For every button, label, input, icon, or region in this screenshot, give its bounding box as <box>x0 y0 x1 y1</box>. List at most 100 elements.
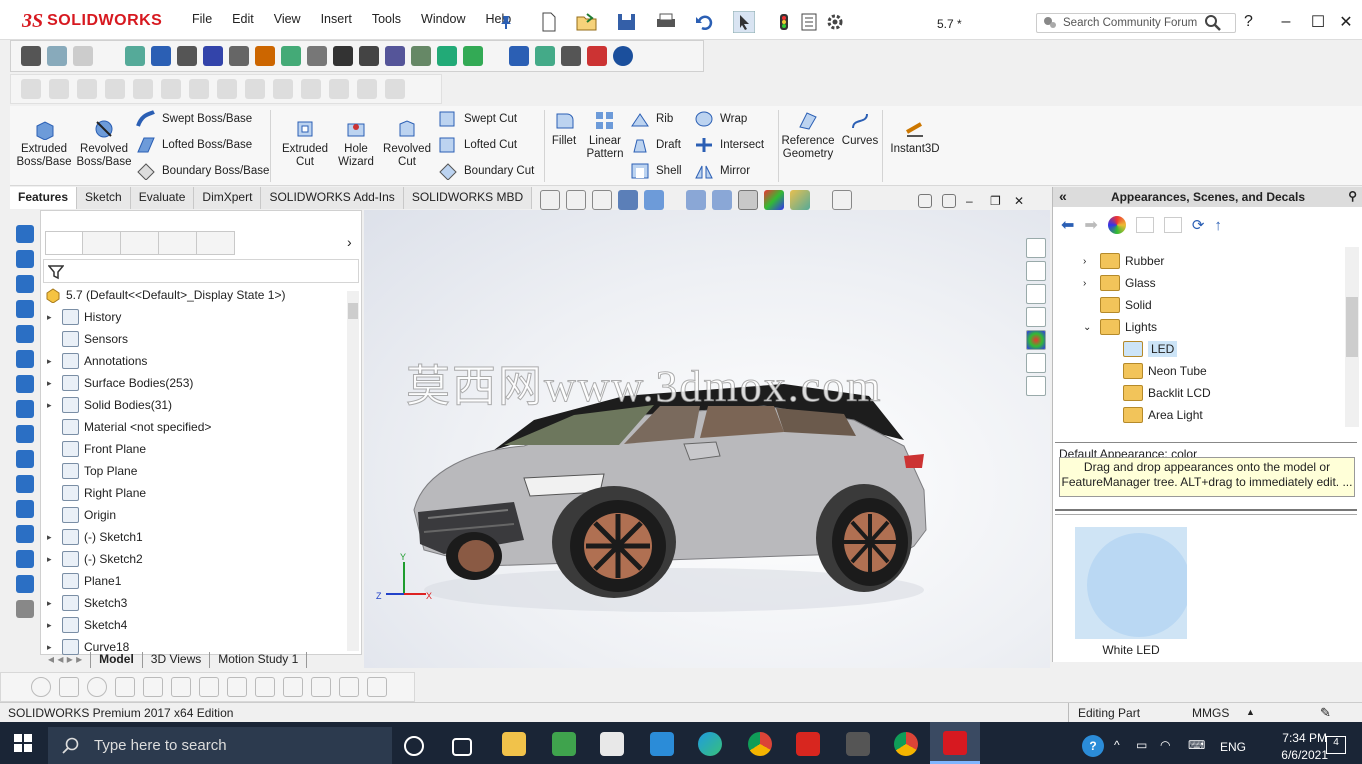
expand-arrow-icon[interactable]: ▸ <box>47 312 57 323</box>
rebuild-icon[interactable] <box>779 13 789 31</box>
menu-file[interactable]: File <box>182 12 222 26</box>
unit-system-text[interactable]: MMGS <box>1192 706 1229 720</box>
statistics-icon[interactable] <box>255 46 275 66</box>
deviation-icon[interactable] <box>359 46 379 66</box>
forum-icon[interactable] <box>1026 376 1046 396</box>
scroll-thumb[interactable] <box>348 303 358 319</box>
document-taskbar-icon[interactable] <box>650 732 674 756</box>
select-cursor-icon[interactable] <box>733 11 755 33</box>
feature-shortcut-icon[interactable] <box>16 350 34 368</box>
menu-tools[interactable]: Tools <box>362 12 411 26</box>
system-clock[interactable]: 7:34 PM 6/6/2021 <box>1281 730 1328 764</box>
draft-analysis-icon[interactable] <box>385 46 405 66</box>
feature-shortcut-icon[interactable] <box>16 325 34 343</box>
graphics-area[interactable]: Y X Z <box>364 210 1050 668</box>
reference-geometry-button[interactable]: Reference Geometry <box>781 110 835 161</box>
language-indicator[interactable]: ENG <box>1220 740 1246 754</box>
feature-shortcut-icon[interactable] <box>16 575 34 593</box>
solidworks-logo[interactable]: 3S SOLIDWORKS <box>22 8 162 34</box>
tab-nav-arrows-icon[interactable]: ◂ ◂ ▸ ▸ <box>40 652 92 668</box>
parting-line-icon[interactable] <box>437 46 457 66</box>
feature-tree-item[interactable]: ▸ Sketch3 <box>47 593 127 613</box>
feature-shortcut-icon[interactable] <box>16 275 34 293</box>
property-manager-tab-icon[interactable] <box>83 231 121 255</box>
add-folder-icon[interactable] <box>1135 217 1154 233</box>
split-view-icon[interactable] <box>918 194 932 208</box>
expand-arrow-icon[interactable]: ▸ <box>47 378 57 389</box>
display-manager-tab-icon[interactable] <box>197 231 235 255</box>
feature-tree-item[interactable]: ▸ Sketch4 <box>47 615 127 635</box>
appearance-tree-item[interactable]: Solid <box>1083 295 1152 315</box>
back-arrow-icon[interactable]: ⬅ <box>1061 215 1074 235</box>
expand-arrow-icon[interactable]: ▸ <box>47 598 57 609</box>
appearance-tree-item[interactable]: Area Light <box>1123 405 1203 425</box>
feature-shortcut-icon[interactable] <box>16 300 34 318</box>
appearances-tab-icon[interactable] <box>1026 330 1046 350</box>
appearances-icon[interactable] <box>1107 216 1126 234</box>
network-icon[interactable]: ▭ <box>1136 738 1147 752</box>
mass-properties-icon[interactable] <box>177 46 197 66</box>
check-icon[interactable] <box>281 46 301 66</box>
notifications-icon[interactable]: 4 <box>1326 736 1346 754</box>
car-model-render[interactable]: Y X Z <box>364 210 1050 668</box>
intersect-button[interactable]: Intersect <box>694 136 764 154</box>
feature-shortcut-icon[interactable] <box>16 400 34 418</box>
measure-icon[interactable] <box>151 46 171 66</box>
tab-evaluate[interactable]: Evaluate <box>130 187 195 209</box>
tab-3d-views[interactable]: 3D Views <box>143 652 211 668</box>
windows-start-icon[interactable] <box>14 734 32 752</box>
feature-shortcut-icon[interactable] <box>16 375 34 393</box>
feature-shortcut-icon[interactable] <box>16 550 34 568</box>
boundary-boss-button[interactable]: Boundary Boss/Base <box>136 162 269 180</box>
feature-tree-item[interactable]: ▸ Surface Bodies(253) <box>47 373 193 393</box>
tab-model[interactable]: Model <box>91 652 143 668</box>
feature-shortcut-icon[interactable] <box>16 500 34 518</box>
view-palette-icon[interactable] <box>1026 307 1046 327</box>
new-document-icon[interactable] <box>540 12 558 32</box>
boundary-cut-button[interactable]: Boundary Cut <box>438 162 534 180</box>
menu-view[interactable]: View <box>264 12 311 26</box>
camera-icon[interactable] <box>21 46 41 66</box>
checkmark-icon[interactable] <box>561 46 581 66</box>
swept-boss-button[interactable]: Swept Boss/Base <box>136 110 252 128</box>
appearance-tree-item[interactable]: LED <box>1123 339 1178 359</box>
tray-expand-icon[interactable]: ^ <box>1114 738 1120 752</box>
pin-icon[interactable] <box>498 14 514 30</box>
feature-shortcut-icon[interactable] <box>16 225 34 243</box>
revolved-boss-button[interactable]: Revolved Boss/Base <box>76 118 132 169</box>
options-gear-icon[interactable] <box>826 13 844 31</box>
feature-tree-tab-icon[interactable] <box>45 231 83 255</box>
spell-check-icon[interactable] <box>125 46 145 66</box>
dynamic-annotation-icon[interactable] <box>644 190 664 210</box>
appearance-tree-item[interactable]: ⌄ Lights <box>1083 317 1157 337</box>
tab-sketch[interactable]: Sketch <box>77 187 131 209</box>
feature-shortcut-icon[interactable] <box>16 425 34 443</box>
white-led-thumbnail[interactable] <box>1075 527 1187 639</box>
feature-shortcut-icon[interactable] <box>16 450 34 468</box>
zoom-to-fit-icon[interactable] <box>540 190 560 210</box>
keyboard-icon[interactable]: ⌨ <box>1188 738 1205 752</box>
copy-icon[interactable] <box>73 46 93 66</box>
acrobat-icon[interactable] <box>796 732 820 756</box>
file-explorer-icon[interactable] <box>1026 284 1046 304</box>
tab-mbd[interactable]: SOLIDWORKS MBD <box>403 187 533 209</box>
lofted-boss-button[interactable]: Lofted Boss/Base <box>136 136 252 154</box>
expand-arrow-icon[interactable]: › <box>1083 256 1095 267</box>
add-library-icon[interactable] <box>1163 217 1182 233</box>
taskbar-search-box[interactable]: Type here to search <box>48 727 392 764</box>
compare-icon[interactable] <box>535 46 555 66</box>
design-library-icon[interactable] <box>1026 261 1046 281</box>
lofted-cut-button[interactable]: Lofted Cut <box>438 136 517 154</box>
scroll-thumb[interactable] <box>1346 297 1358 357</box>
file-explorer-taskbar-icon[interactable] <box>502 732 526 756</box>
maximize-button[interactable]: ☐ <box>1306 10 1330 34</box>
section-properties-icon[interactable] <box>203 46 223 66</box>
more-chevron-icon[interactable] <box>16 600 34 618</box>
minimize-button[interactable]: – <box>1274 10 1298 34</box>
chevron-right-icon[interactable]: › <box>347 231 352 259</box>
forward-arrow-icon[interactable]: ➡ <box>1084 215 1097 235</box>
undercut-icon[interactable] <box>411 46 431 66</box>
up-folder-icon[interactable]: ↑ <box>1214 217 1222 234</box>
wrap-button[interactable]: Wrap <box>694 110 747 128</box>
menu-edit[interactable]: Edit <box>222 12 264 26</box>
